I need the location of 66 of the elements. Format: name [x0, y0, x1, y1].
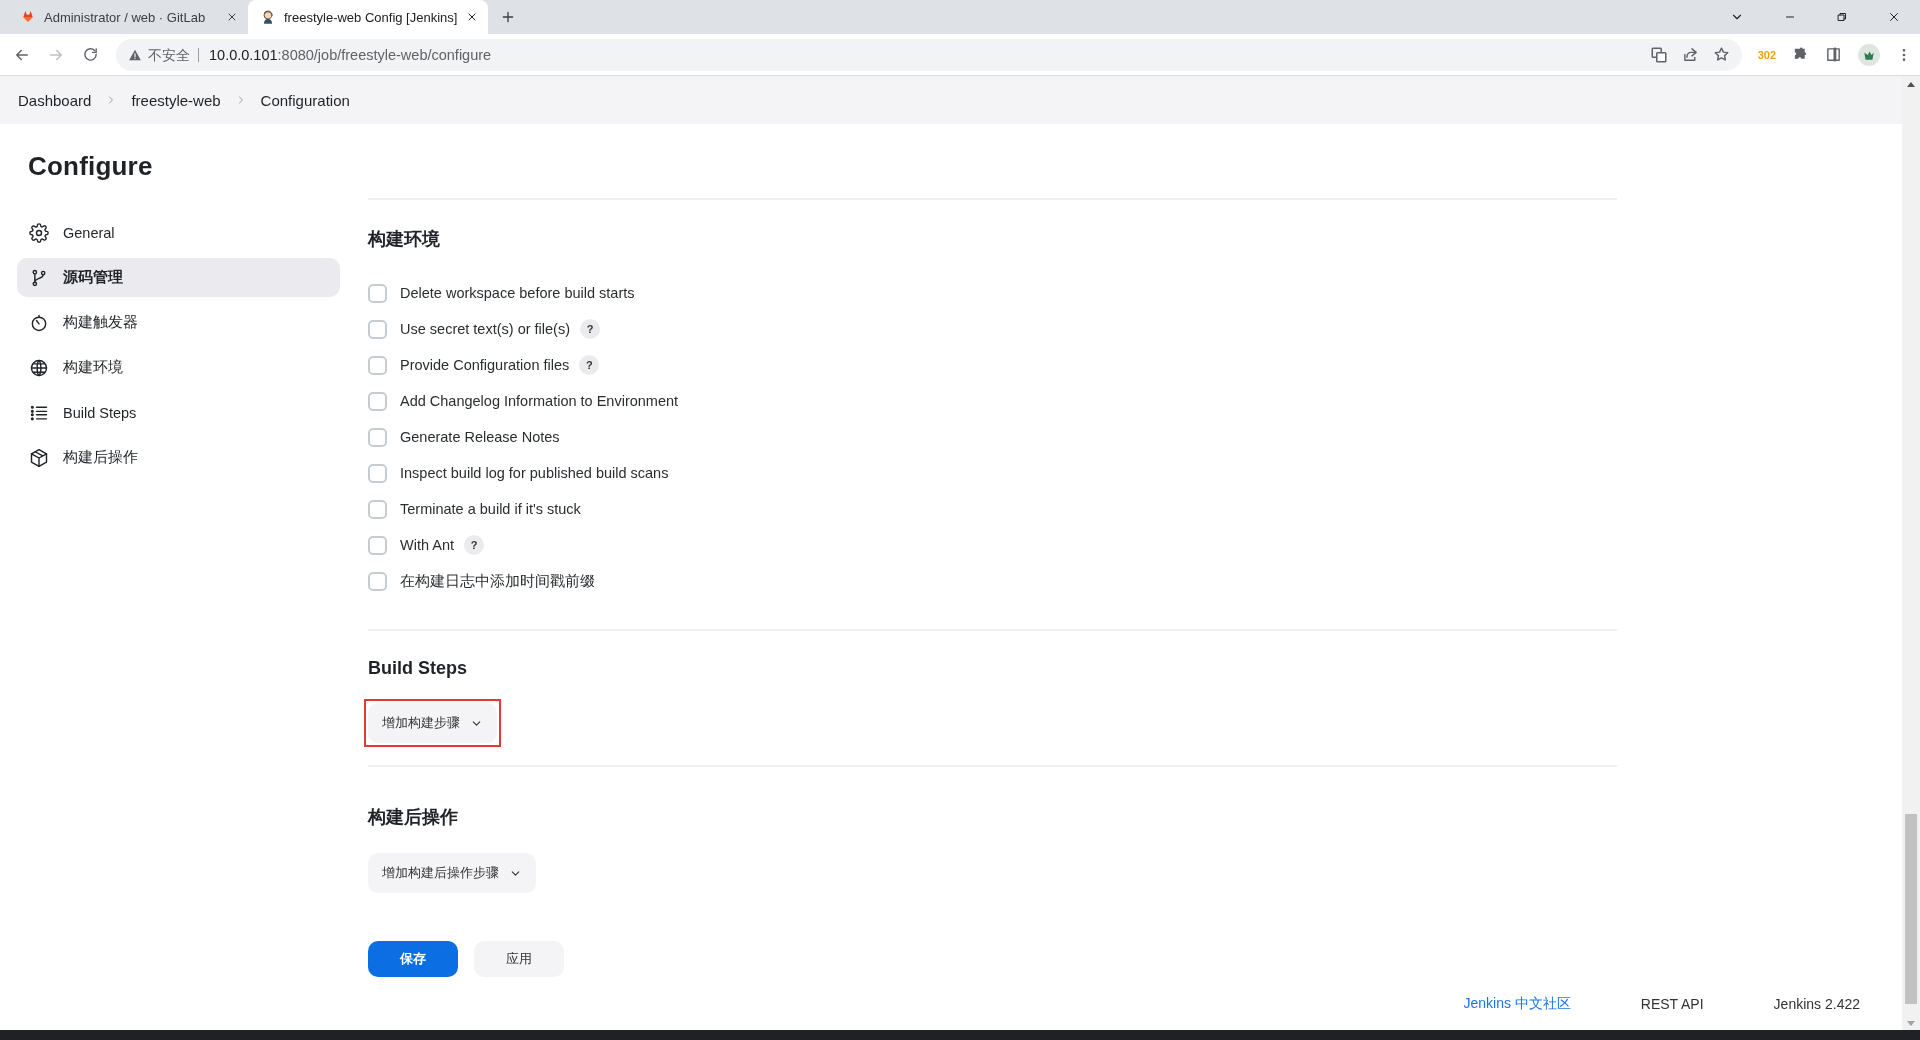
close-icon[interactable]	[1888, 11, 1900, 23]
help-button[interactable]: ?	[580, 319, 600, 339]
star-icon[interactable]	[1712, 46, 1730, 63]
checkbox-label: Inspect build log for published build scans	[400, 465, 669, 481]
scrollbar[interactable]	[1902, 76, 1920, 1030]
sidebar-item[interactable]: 构建后操作	[17, 438, 340, 477]
section-heading: 构建环境	[368, 228, 441, 251]
checkbox-label: Add Changelog Information to Environment	[400, 393, 679, 409]
butler-icon	[260, 9, 276, 25]
side-panel-icon[interactable]	[1825, 46, 1842, 63]
checkbox[interactable]	[368, 391, 387, 411]
section-heading: 构建后操作	[368, 806, 459, 829]
restore-icon[interactable]	[1836, 11, 1848, 23]
reload-icon[interactable]	[81, 46, 99, 63]
timer-icon	[29, 312, 49, 333]
checkbox[interactable]	[368, 427, 387, 447]
breadcrumb-link[interactable]: Dashboard	[18, 91, 92, 109]
apply-button[interactable]: 应用	[474, 941, 564, 977]
globe-icon	[29, 357, 49, 378]
sidebar-item[interactable]: Build Steps	[17, 393, 340, 432]
close-icon[interactable]	[226, 11, 238, 23]
checkbox-label: Use secret text(s) or file(s)	[400, 321, 570, 337]
checkbox[interactable]	[368, 463, 387, 483]
close-icon[interactable]	[466, 11, 478, 23]
add-step-dropdown[interactable]: 增加构建后操作步骤	[368, 853, 536, 893]
sidebar-item[interactable]: 构建环境	[17, 348, 340, 387]
address-bar[interactable]: 不安全 10.0.0.101:8080/job/freestyle-web/configure	[116, 38, 1742, 71]
footer-text: Jenkins 2.422	[1773, 996, 1860, 1012]
checkbox[interactable]	[368, 571, 387, 591]
share-icon[interactable]	[1681, 46, 1699, 63]
scrollbar-thumb[interactable]	[1905, 814, 1917, 1004]
page-title: Configure	[28, 151, 154, 182]
footer-text: REST API	[1640, 996, 1704, 1012]
section-heading: Build Steps	[368, 658, 468, 679]
add-step-dropdown[interactable]: 增加构建步骤	[368, 703, 497, 743]
security-label: 不安全	[148, 47, 199, 62]
box-icon	[29, 447, 49, 468]
checkbox-label: Generate Release Notes	[400, 429, 560, 445]
checkbox-label: 在构建日志中添加时间戳前缀	[400, 571, 595, 591]
browser-tab[interactable]: freestyle-web Config [Jenkins]	[248, 0, 488, 34]
url-host: 10.0.0.101	[208, 46, 278, 63]
checkbox[interactable]	[368, 319, 387, 339]
sidebar-item[interactable]: 源码管理	[17, 258, 340, 297]
checkbox-label: With Ant	[400, 537, 454, 553]
checkbox[interactable]	[368, 355, 387, 375]
help-button[interactable]: ?	[579, 355, 600, 375]
sidebar-item[interactable]: General	[17, 213, 340, 252]
checkbox[interactable]	[368, 535, 387, 555]
help-button[interactable]: ?	[464, 535, 484, 555]
plus-icon[interactable]	[500, 9, 516, 25]
checkbox[interactable]	[368, 499, 387, 519]
checkbox-label: Provide Configuration files	[400, 357, 570, 373]
footer-link[interactable]: Jenkins 中文社区	[1463, 995, 1571, 1013]
checkbox-label: Delete workspace before build starts	[400, 285, 635, 301]
translate-icon[interactable]	[1649, 45, 1668, 64]
url-path: :8080/job/freestyle-web/configure	[277, 46, 492, 63]
profile-avatar[interactable]	[1858, 43, 1880, 66]
save-button[interactable]: 保存	[368, 941, 458, 977]
breadcrumb-link[interactable]: Configuration	[260, 91, 350, 109]
breadcrumb-link[interactable]: freestyle-web	[131, 91, 221, 109]
gear-icon	[29, 222, 49, 243]
checkbox[interactable]	[368, 283, 387, 303]
browser-tab[interactable]: Administrator / web · GitLab	[8, 0, 248, 34]
sidebar-item[interactable]: 构建触发器	[17, 303, 340, 342]
scroll-up-icon[interactable]	[1906, 80, 1916, 90]
checkbox-label: Terminate a build if it's stuck	[400, 501, 581, 517]
